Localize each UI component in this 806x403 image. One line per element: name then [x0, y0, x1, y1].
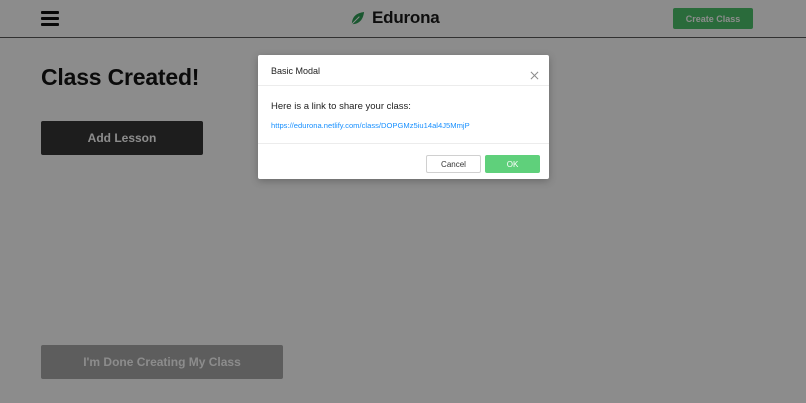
modal-footer: Cancel OK: [258, 143, 549, 179]
modal-header: Basic Modal: [258, 55, 549, 86]
modal-body: Here is a link to share your class: http…: [271, 101, 536, 130]
share-link[interactable]: https://edurona.netlify.com/class/DOPGMz…: [271, 121, 536, 130]
cancel-button[interactable]: Cancel: [426, 155, 481, 173]
ok-button[interactable]: OK: [485, 155, 540, 173]
share-message: Here is a link to share your class:: [271, 101, 411, 112]
page: Edurona Create Class Class Created! Add …: [0, 0, 806, 403]
modal-title: Basic Modal: [271, 66, 321, 76]
share-class-modal: Basic Modal Here is a link to share your…: [258, 55, 549, 179]
close-icon[interactable]: [530, 71, 539, 80]
